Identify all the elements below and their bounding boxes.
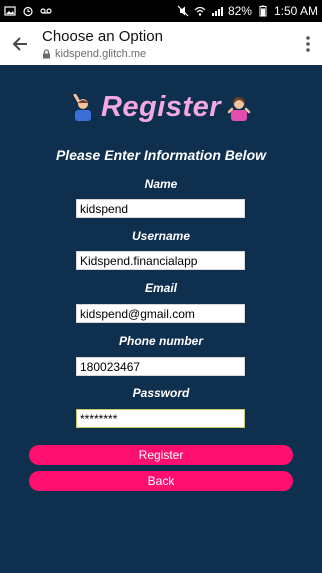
page-title: Choose an Option bbox=[42, 27, 163, 45]
email-label: Email bbox=[144, 281, 177, 295]
alarm-clock-icon bbox=[23, 6, 33, 17]
form-instruction: Please Enter Information Below bbox=[55, 147, 267, 163]
back-arrow-button[interactable] bbox=[0, 22, 40, 65]
battery-icon bbox=[259, 5, 267, 17]
person-raising-hand-icon bbox=[73, 93, 91, 121]
more-vertical-icon bbox=[306, 35, 310, 52]
browser-title-area: Choose an Option kidspend.glitch.me bbox=[40, 28, 294, 60]
email-field[interactable] bbox=[76, 304, 245, 323]
url-row: kidspend.glitch.me bbox=[42, 48, 294, 60]
back-arrow-icon bbox=[12, 36, 27, 51]
back-button[interactable]: Back bbox=[29, 471, 293, 491]
register-title: Register bbox=[100, 91, 222, 123]
register-page: Register Please Enter Information Below … bbox=[0, 65, 322, 573]
username-field[interactable] bbox=[76, 251, 245, 270]
gallery-icon bbox=[4, 6, 16, 16]
phone-field[interactable] bbox=[76, 357, 245, 376]
status-bar: 82% 1:50 AM bbox=[0, 0, 322, 22]
password-label: Password bbox=[132, 386, 190, 400]
voicemail-icon bbox=[40, 8, 52, 14]
status-left-icons bbox=[4, 5, 52, 17]
name-label: Name bbox=[144, 177, 178, 191]
status-right-icons: 82% 1:50 AM bbox=[177, 4, 318, 18]
register-heading: Register bbox=[0, 91, 322, 124]
clock: 1:50 AM bbox=[273, 4, 318, 18]
mute-icon bbox=[177, 5, 189, 17]
browser-app-bar: Choose an Option kidspend.glitch.me bbox=[0, 22, 322, 65]
name-field[interactable] bbox=[76, 199, 245, 218]
url-text: kidspend.glitch.me bbox=[55, 47, 147, 60]
lock-icon bbox=[43, 48, 50, 58]
woman-shrugging-icon bbox=[227, 96, 251, 121]
wifi-icon bbox=[194, 6, 206, 16]
phone-label: Phone number bbox=[118, 334, 203, 348]
username-label: Username bbox=[131, 229, 191, 243]
password-field[interactable] bbox=[76, 409, 245, 428]
register-button[interactable]: Register bbox=[29, 445, 293, 465]
overflow-menu-button[interactable] bbox=[294, 22, 322, 65]
signal-icon bbox=[211, 7, 223, 16]
battery-percentage: 82% bbox=[227, 4, 252, 18]
